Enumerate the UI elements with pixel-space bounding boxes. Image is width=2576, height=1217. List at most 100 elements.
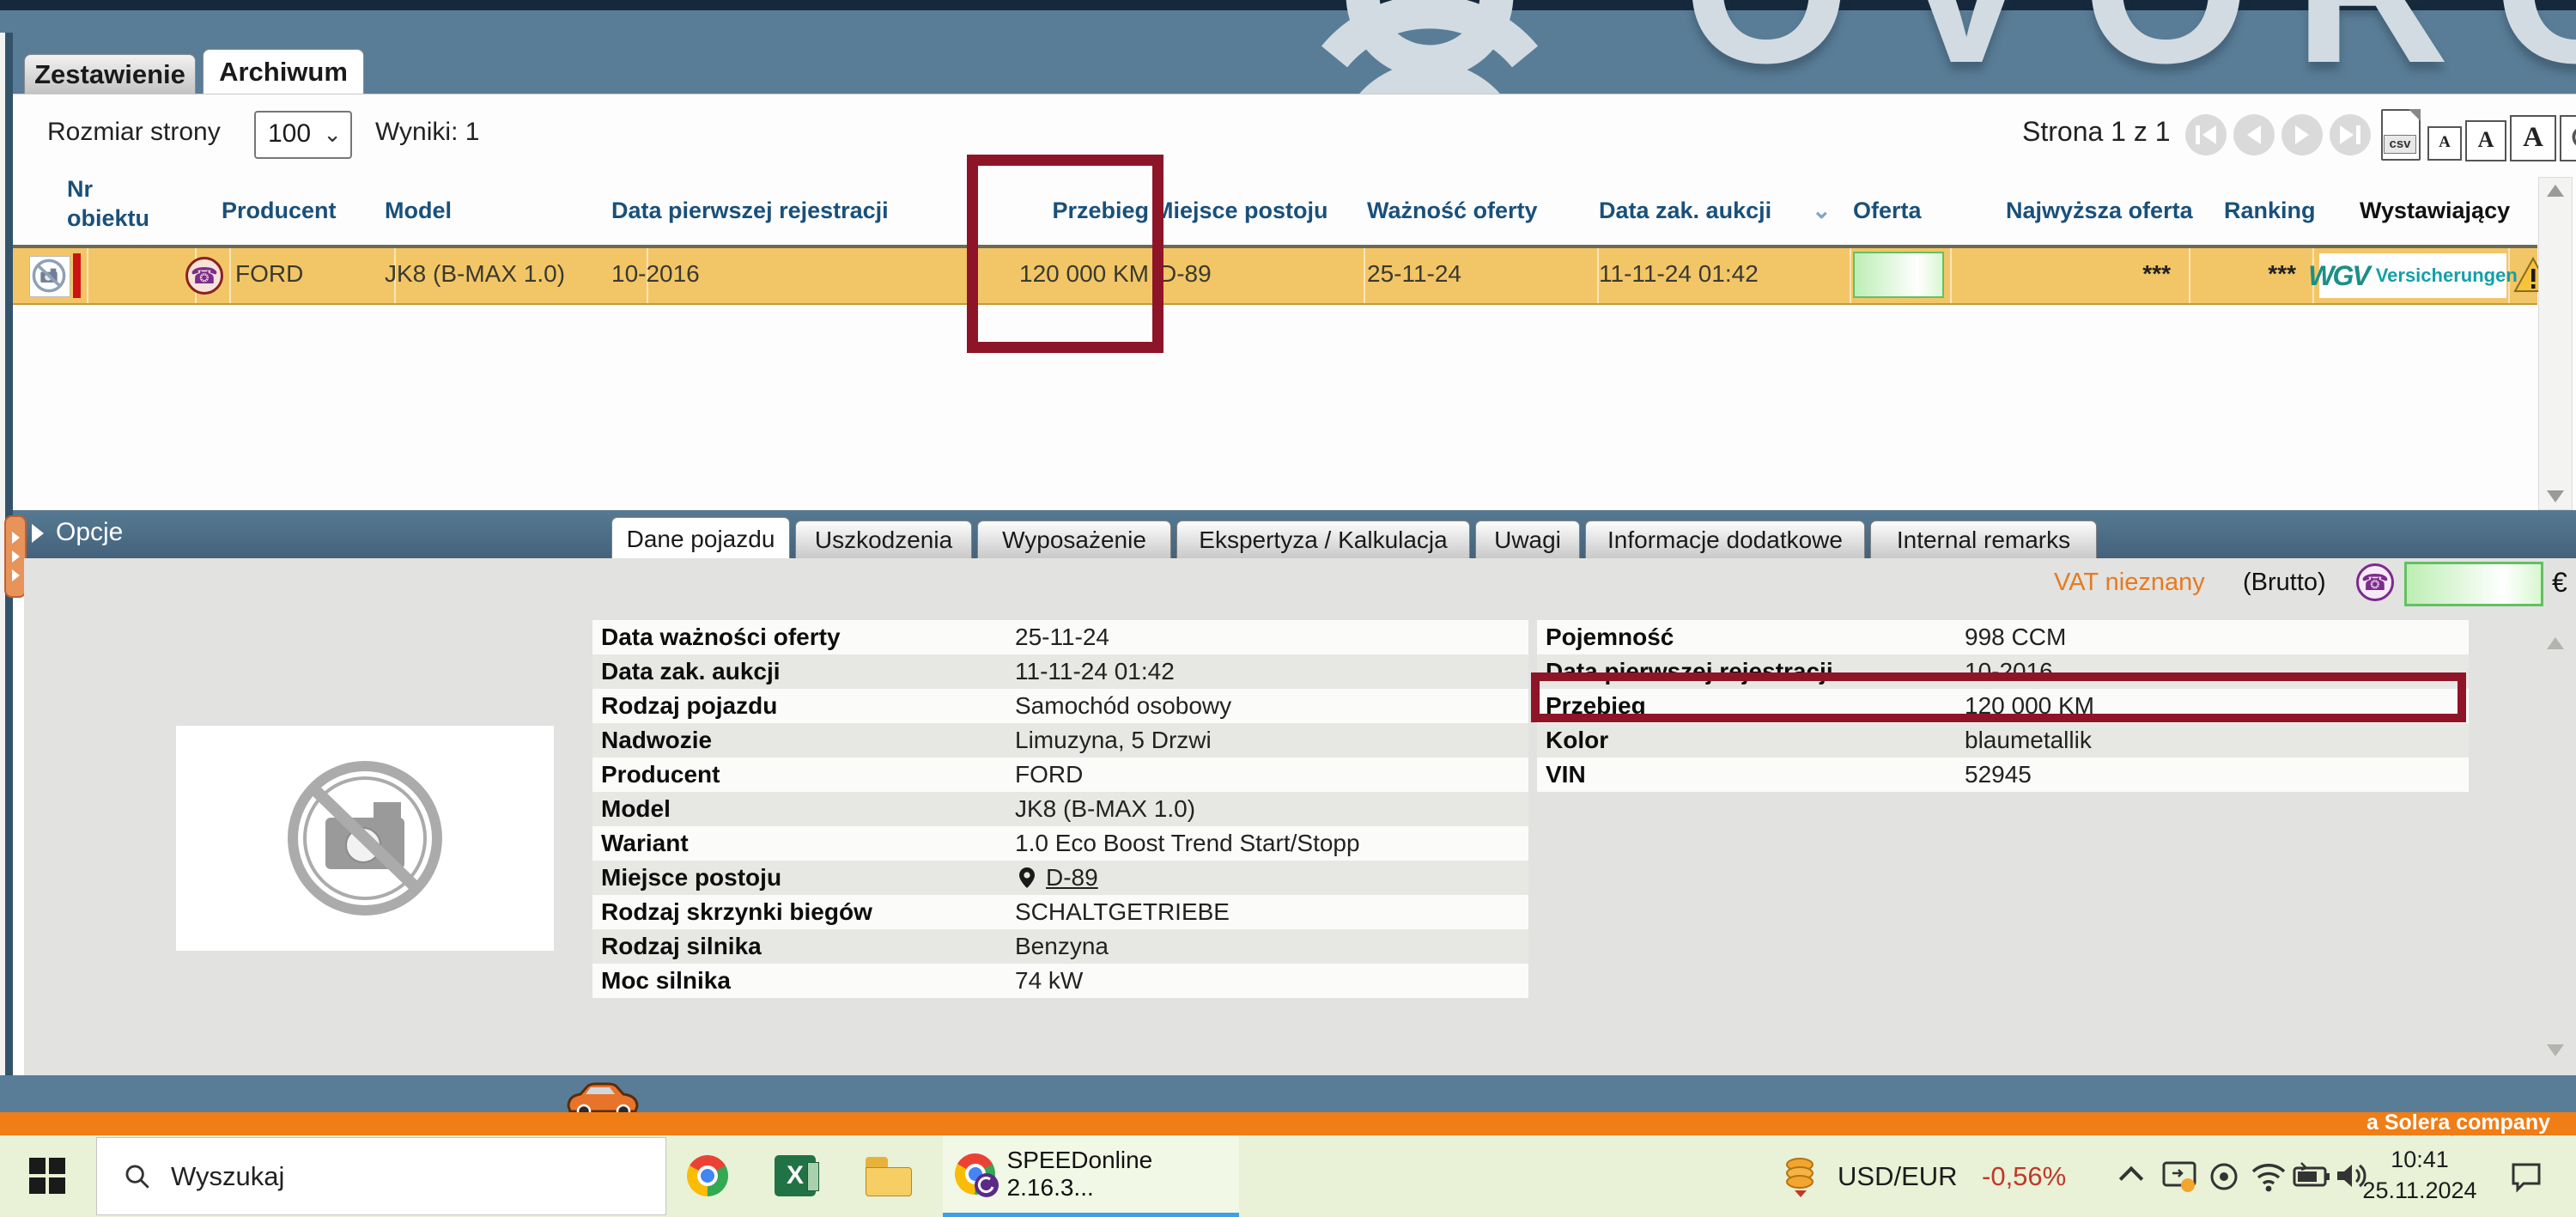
taskbar-search-input[interactable]: Wyszukaj xyxy=(96,1137,666,1215)
chrome-taskbar-icon[interactable] xyxy=(687,1155,728,1196)
page-size-label: Rozmiar strony xyxy=(47,118,221,147)
options-label[interactable]: Opcje xyxy=(56,518,123,547)
tab-zestawienie[interactable]: Zestawienie xyxy=(24,54,196,94)
search-placeholder: Wyszukaj xyxy=(171,1161,284,1192)
tab-uwagi[interactable]: Uwagi xyxy=(1475,520,1580,559)
details-scroll-up-icon[interactable] xyxy=(2547,637,2564,649)
window-top-edge xyxy=(0,0,2576,10)
currency-change-label[interactable]: -0,56% xyxy=(1982,1161,2066,1192)
options-expand-icon[interactable] xyxy=(32,524,44,543)
vat-brutto-label: (Brutto) xyxy=(2243,569,2326,597)
col-header-data-zak-aukcji[interactable]: Data zak. aukcji xyxy=(1599,198,1771,224)
battery-tray-icon[interactable] xyxy=(2291,1161,2332,1190)
currency-widget-icon[interactable] xyxy=(1779,1154,1824,1199)
chrome-app-icon xyxy=(955,1153,995,1195)
row-status-bar xyxy=(73,253,81,298)
notification-center-icon[interactable] xyxy=(2509,1159,2543,1194)
detail-row: VIN 52945 xyxy=(1537,758,2469,792)
col-header-model[interactable]: Model xyxy=(385,198,452,224)
detail-row: Producent FORD xyxy=(592,758,1528,792)
excel-taskbar-icon[interactable]: X xyxy=(775,1155,816,1196)
col-header-ranking[interactable]: Ranking xyxy=(2224,198,2316,224)
footer-background xyxy=(0,1075,2576,1112)
cell-producent: FORD xyxy=(235,260,303,288)
detail-row: Rodzaj silnika Benzyna xyxy=(592,929,1528,964)
oferta-bid-input[interactable] xyxy=(1853,252,1944,298)
tab-ekspertyza-kalkulacja[interactable]: Ekspertyza / Kalkulacja xyxy=(1176,520,1470,559)
detail-row: Rodzaj pojazdu Samochód osobowy xyxy=(592,689,1528,723)
no-photo-icon xyxy=(279,752,451,924)
tab-internal-remarks[interactable]: Internal remarks xyxy=(1870,520,2097,559)
cell-waznosc-oferty: 25-11-24 xyxy=(1367,260,1461,288)
vehicle-photo-placeholder xyxy=(176,726,554,951)
tab-informacje-dodatkowe[interactable]: Informacje dodatkowe xyxy=(1585,520,1865,559)
csv-export-button[interactable]: csv xyxy=(2381,109,2421,161)
parking-location-link[interactable]: D-89 xyxy=(1046,861,1098,895)
speedonline-app-button[interactable]: SPEEDonline 2.16.3... xyxy=(943,1135,1239,1217)
taskbar-clock[interactable]: 10:41 25.11.2024 xyxy=(2360,1144,2480,1206)
tab-wyposazenie[interactable]: Wyposażenie xyxy=(977,520,1171,559)
previous-page-button[interactable] xyxy=(2233,114,2275,155)
meet-now-tray-icon[interactable] xyxy=(2207,1159,2241,1194)
no-photo-thumbnail-icon xyxy=(29,256,70,297)
next-page-button[interactable] xyxy=(2281,114,2323,155)
refresh-button[interactable] xyxy=(2560,115,2576,161)
cell-miejsce-postoju: D-89 xyxy=(1159,260,1212,288)
clock-date: 25.11.2024 xyxy=(2360,1175,2480,1206)
last-page-icon xyxy=(2340,125,2354,144)
wifi-tray-icon[interactable] xyxy=(2250,1159,2287,1194)
col-header-oferta[interactable]: Oferta xyxy=(1853,198,1922,224)
results-count-label: Wyniki: 1 xyxy=(375,118,479,147)
solera-orange-bar: a Solera company xyxy=(0,1112,2576,1135)
col-header-waznosc-oferty[interactable]: Ważność oferty xyxy=(1367,198,1538,224)
col-header-wystawiajacy[interactable]: Wystawiający xyxy=(2360,198,2510,224)
tab-uszkodzenia[interactable]: Uszkodzenia xyxy=(795,520,972,559)
currency-pair-label[interactable]: USD/EUR xyxy=(1838,1161,1958,1192)
annotation-rect-przebieg-column xyxy=(967,155,1163,353)
call-contact-icon[interactable]: ☎ xyxy=(185,257,223,295)
font-size-large-button[interactable]: A xyxy=(2510,115,2556,161)
next-page-icon xyxy=(2295,125,2309,144)
bid-amount-input[interactable] xyxy=(2404,562,2543,606)
solera-company-label: a Solera company xyxy=(2366,1111,2550,1135)
page-size-value: 100 xyxy=(256,119,311,148)
col-header-producent[interactable]: Producent xyxy=(222,198,337,224)
col-header-nr-obiektu[interactable]: Nr obiektu xyxy=(67,174,179,233)
vat-status-label: VAT nieznany xyxy=(2054,569,2205,597)
page-size-select[interactable]: 100 ⌄ xyxy=(254,111,352,159)
wgv-versicherungen-logo: WGV Versicherungen xyxy=(2319,253,2506,298)
first-page-button[interactable] xyxy=(2185,114,2227,155)
detail-row: Moc silnika 74 kW xyxy=(592,964,1528,998)
speedonline-window: OVORO Zestawienie Archiwum Rozmiar stron… xyxy=(0,0,2576,1217)
clock-time: 10:41 xyxy=(2360,1144,2480,1175)
results-scrollbar[interactable] xyxy=(2538,177,2573,510)
scroll-down-icon[interactable] xyxy=(2547,490,2564,502)
font-size-small-button[interactable]: A xyxy=(2427,126,2462,161)
scroll-up-icon[interactable] xyxy=(2547,185,2564,197)
detail-row: Nadwozie Limuzyna, 5 Drzwi xyxy=(592,723,1528,758)
last-page-button[interactable] xyxy=(2330,114,2371,155)
col-header-najwyzsza-oferta[interactable]: Najwyższa oferta xyxy=(2006,198,2193,224)
tray-overflow-chevron-icon[interactable] xyxy=(2119,1166,2143,1190)
tab-archiwum[interactable]: Archiwum xyxy=(203,49,364,94)
tab-dane-pojazdu[interactable]: Dane pojazdu xyxy=(611,517,790,561)
windows-start-button[interactable] xyxy=(29,1158,65,1194)
header-background xyxy=(0,10,2576,94)
detail-row: Kolor blaumetallik xyxy=(1537,723,2469,758)
result-row[interactable]: ☎ FORD JK8 (B-MAX 1.0) 10-2016 120 000 K… xyxy=(13,245,2537,305)
search-icon xyxy=(123,1162,152,1191)
col-header-data-pierwszej[interactable]: Data pierwszej rejestracji xyxy=(611,198,889,224)
detail-row: Data zak. aukcji 11-11-24 01:42 xyxy=(592,654,1528,689)
currency-symbol: € xyxy=(2552,567,2567,599)
call-seller-icon[interactable]: ☎ xyxy=(2356,563,2394,601)
chevron-down-icon: ⌄ xyxy=(323,113,342,155)
font-size-medium-button[interactable]: A xyxy=(2465,120,2506,161)
file-explorer-taskbar-icon[interactable] xyxy=(866,1157,912,1196)
results-panel: Rozmiar strony 100 ⌄ Wyniki: 1 Strona 1 … xyxy=(13,94,2576,511)
details-scroll-down-icon[interactable] xyxy=(2547,1044,2564,1056)
sort-desc-icon[interactable]: ⌄ xyxy=(1812,198,1832,224)
detail-row: Data ważności oferty 25-11-24 xyxy=(592,620,1528,654)
display-sync-tray-icon[interactable] xyxy=(2160,1158,2198,1196)
detail-row: Rodzaj skrzynki biegów SCHALTGETRIEBE xyxy=(592,895,1528,929)
col-header-miejsce-postoju[interactable]: Miejsce postoju xyxy=(1154,198,1328,224)
